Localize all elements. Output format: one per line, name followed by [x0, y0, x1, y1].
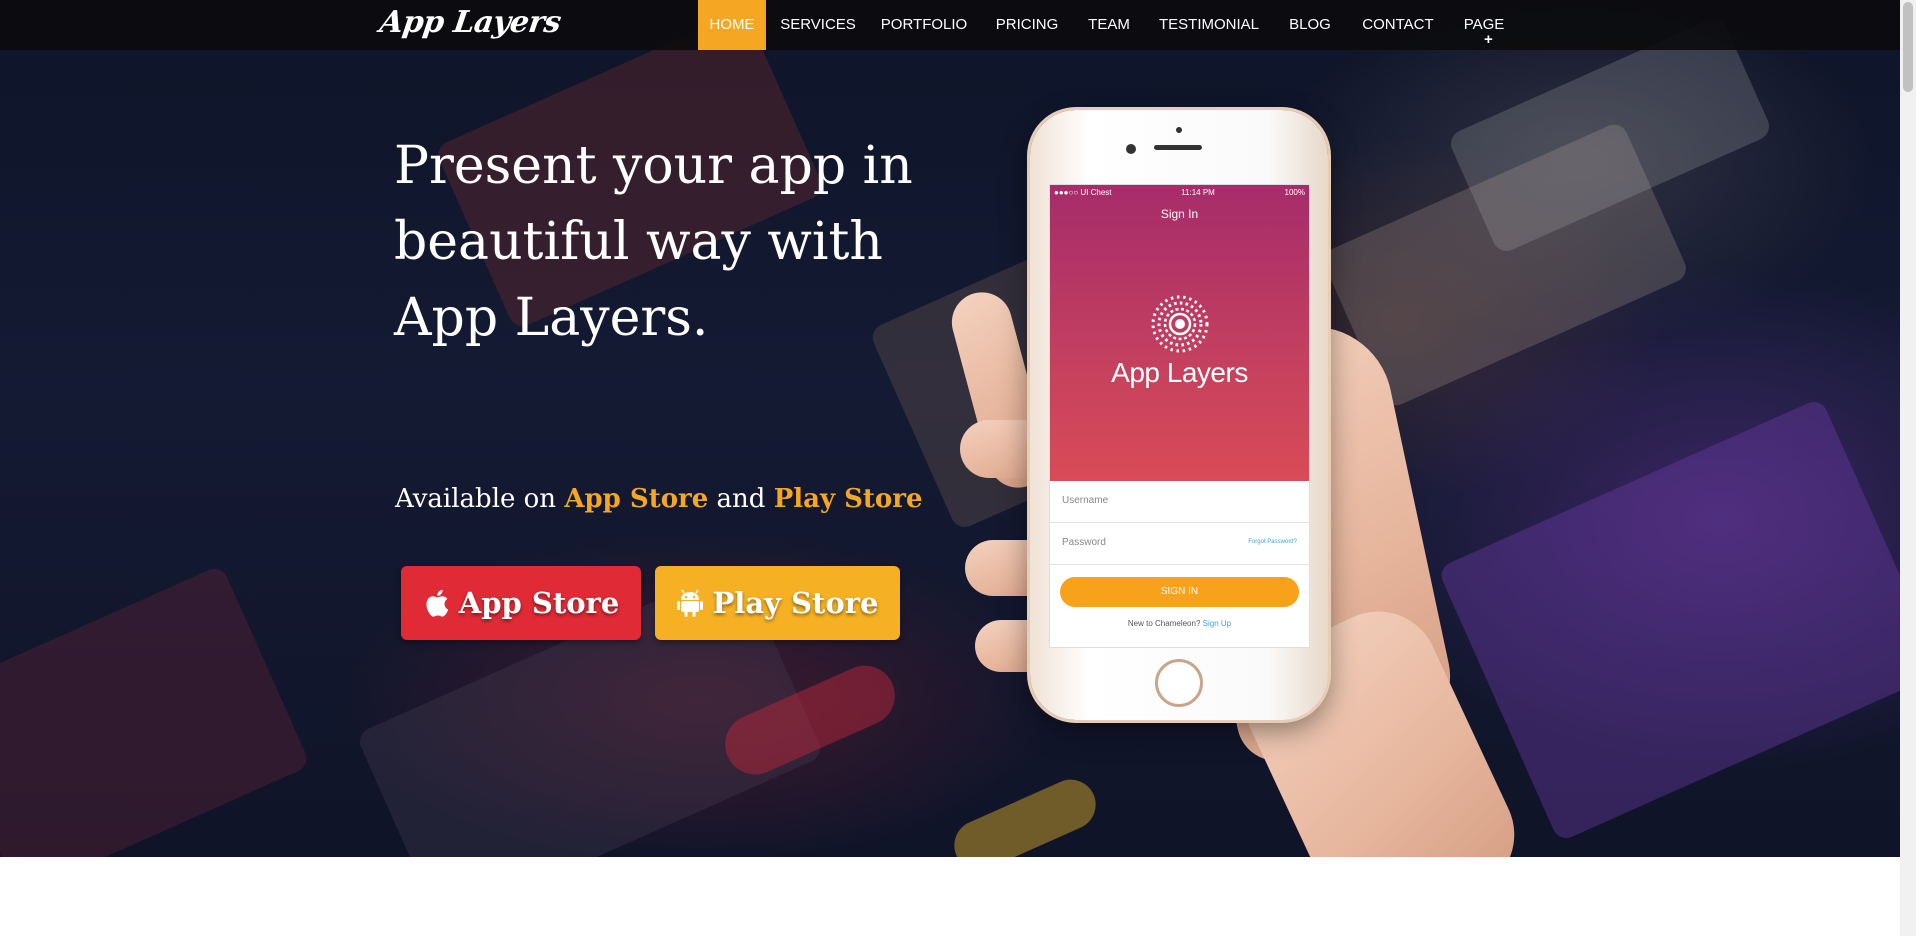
nav-services[interactable]: SERVICES: [778, 0, 858, 50]
background-card: [946, 771, 1104, 857]
phone-sensor: [1176, 127, 1182, 133]
phone-signup-line: New to Chameleon? Sign Up: [1050, 619, 1309, 628]
phone-camera: [1126, 144, 1136, 154]
phone-status-bar: ●●●○○ UI Chest 11:14 PM 100%: [1054, 188, 1305, 197]
status-time: 11:14 PM: [1181, 188, 1215, 197]
available-play-store: Play Store: [773, 484, 923, 514]
status-battery: 100%: [1284, 188, 1305, 197]
nav-portfolio[interactable]: PORTFOLIO: [876, 0, 972, 50]
nav-team[interactable]: TEAM: [1083, 0, 1135, 50]
available-middle: and: [708, 484, 774, 514]
scrollbar-thumb[interactable]: [1903, 2, 1913, 92]
hero-headline: Present your app in beautiful way with A…: [394, 136, 913, 348]
page-scrollbar[interactable]: [1900, 0, 1916, 936]
signup-prefix: New to Chameleon?: [1127, 619, 1203, 628]
nav-testimonial[interactable]: TESTIMONIAL: [1157, 0, 1261, 50]
signup-link[interactable]: Sign Up: [1203, 619, 1231, 628]
app-logo-icon: [1151, 295, 1209, 358]
play-store-button[interactable]: Play Store: [655, 566, 900, 640]
availability-line: Available on App Store and Play Store: [395, 484, 923, 514]
phone-screen-header: ●●●○○ UI Chest 11:14 PM 100% Sign In App…: [1050, 185, 1309, 481]
phone-earpiece: [1154, 145, 1202, 150]
apple-icon: [423, 588, 449, 618]
phone-screen: ●●●○○ UI Chest 11:14 PM 100% Sign In App…: [1049, 184, 1310, 648]
background-card: [1437, 397, 1900, 843]
password-placeholder: Password: [1062, 537, 1106, 548]
password-field[interactable]: Password Forgot Password?: [1050, 523, 1309, 565]
nav-home[interactable]: HOME: [698, 0, 766, 50]
play-store-button-label: Play Store: [712, 586, 879, 620]
username-placeholder: Username: [1062, 495, 1109, 506]
app-store-button[interactable]: App Store: [401, 566, 641, 640]
nav-pricing[interactable]: PRICING: [992, 0, 1062, 50]
nav-page-dropdown-icon[interactable]: +: [1484, 32, 1493, 47]
top-navbar: App Layers HOME SERVICES PORTFOLIO PRICI…: [0, 0, 1900, 50]
background-card: [0, 564, 311, 857]
nav-blog[interactable]: BLOG: [1286, 0, 1334, 50]
app-store-button-label: App Store: [458, 586, 620, 620]
available-prefix: Available on: [395, 484, 565, 514]
nav-contact[interactable]: CONTACT: [1360, 0, 1436, 50]
hero-section: Present your app in beautiful way with A…: [0, 0, 1900, 857]
phone-signin-button[interactable]: SIGN IN: [1060, 577, 1299, 607]
forgot-password-link[interactable]: Forgot Password?: [1248, 539, 1297, 545]
phone-app-name: App Layers: [1111, 357, 1248, 388]
phone-screen-title: Sign In: [1160, 207, 1199, 221]
available-app-store: App Store: [564, 484, 709, 514]
phone-mockup: ●●●○○ UI Chest 11:14 PM 100% Sign In App…: [1030, 110, 1328, 720]
site-logo[interactable]: App Layers: [378, 5, 563, 40]
username-field[interactable]: Username: [1050, 481, 1309, 523]
android-icon: [676, 588, 703, 618]
phone-home-button: [1155, 659, 1203, 707]
status-carrier: ●●●○○ UI Chest: [1054, 188, 1112, 197]
